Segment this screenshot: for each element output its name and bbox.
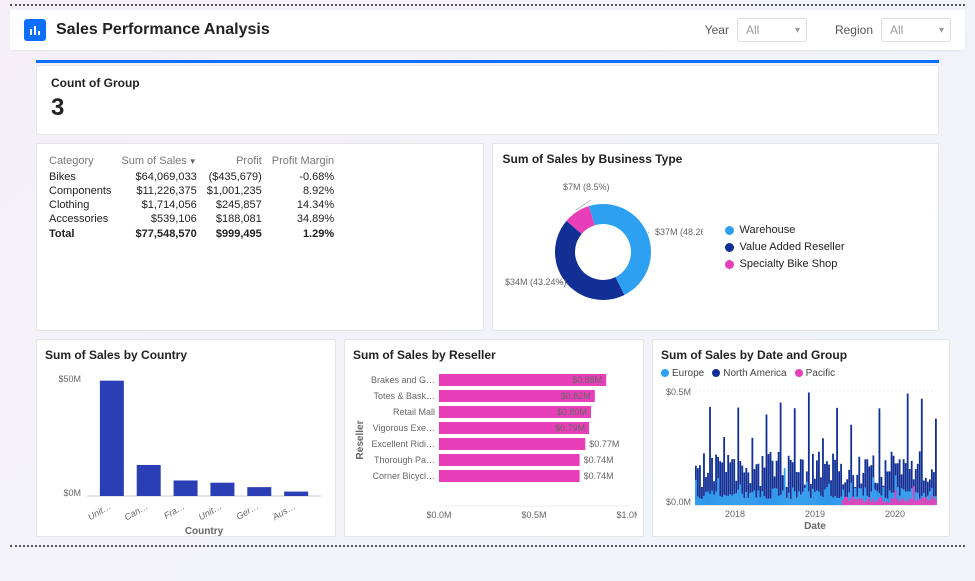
- svg-text:Unit…: Unit…: [197, 501, 224, 522]
- svg-text:Unit…: Unit…: [86, 501, 113, 522]
- svg-text:$0.82M: $0.82M: [561, 391, 591, 401]
- line-chart-legend: EuropeNorth AmericaPacific: [661, 368, 941, 379]
- svg-text:Retail Mall: Retail Mall: [393, 407, 435, 417]
- th-profit[interactable]: Profit: [205, 152, 270, 170]
- svg-text:$0.0M: $0.0M: [666, 497, 691, 507]
- th-category[interactable]: Category: [47, 152, 119, 170]
- table-row[interactable]: Bikes$64,069,033($435,679)-0.68%: [47, 170, 342, 184]
- report-header: Sales Performance Analysis Year All ▾ Re…: [10, 10, 965, 50]
- year-filter: Year All ▾: [705, 18, 807, 42]
- th-sales[interactable]: Sum of Sales▼: [119, 152, 204, 170]
- page-title: Sales Performance Analysis: [56, 21, 270, 39]
- svg-text:Vigorous Exe…: Vigorous Exe…: [373, 423, 435, 433]
- table-total-row: Total$77,548,570$999,4951.29%: [47, 227, 342, 242]
- accent-bar: [36, 60, 939, 63]
- region-select-value: All: [890, 23, 903, 37]
- svg-text:$37M (48.26%): $37M (48.26%): [655, 227, 703, 237]
- line-chart: $0.5M $0.0M 2018 2019 2020 Date: [661, 381, 941, 531]
- chevron-down-icon: ▾: [795, 25, 800, 36]
- legend-item[interactable]: Specialty Bike Shop: [725, 258, 845, 270]
- region-filter-label: Region: [835, 23, 873, 37]
- country-bar-chart: $50M $0M Unit… Can… Fra… Unit… Ger… Aus… Country: [45, 368, 329, 538]
- sort-desc-icon: ▼: [189, 157, 197, 166]
- donut-title: Sum of Sales by Business Type: [503, 152, 929, 166]
- svg-text:2019: 2019: [805, 509, 825, 519]
- th-margin[interactable]: Profit Margin: [270, 152, 342, 170]
- country-bar-card[interactable]: Sum of Sales by Country $50M $0M Unit… Can……: [36, 339, 336, 537]
- svg-text:Date: Date: [804, 521, 826, 531]
- country-bar-title: Sum of Sales by Country: [45, 348, 327, 362]
- svg-text:Ger…: Ger…: [234, 501, 260, 522]
- svg-text:Thorough Pa…: Thorough Pa…: [374, 455, 435, 465]
- year-select-value: All: [746, 23, 759, 37]
- svg-text:Corner Bicycl…: Corner Bicycl…: [372, 471, 435, 481]
- svg-text:Brakes and G…: Brakes and G…: [371, 375, 435, 385]
- svg-text:$0.0M: $0.0M: [426, 510, 451, 520]
- svg-text:$7M (8.5%): $7M (8.5%): [563, 182, 610, 192]
- svg-text:2020: 2020: [885, 509, 905, 519]
- svg-text:$1.0M: $1.0M: [616, 510, 637, 520]
- svg-text:Reseller: Reseller: [355, 420, 366, 459]
- year-select[interactable]: All ▾: [737, 18, 807, 42]
- svg-text:$0M: $0M: [63, 488, 81, 498]
- category-table-card[interactable]: Category Sum of Sales▼ Profit Profit Mar…: [36, 143, 484, 331]
- svg-text:$0.77M: $0.77M: [589, 439, 619, 449]
- svg-text:$50M: $50M: [58, 374, 81, 384]
- svg-text:Totes & Bask…: Totes & Bask…: [373, 391, 435, 401]
- donut-chart: $37M (48.26%) $34M (43.24%) $7M (8.5%): [503, 172, 703, 322]
- region-select[interactable]: All ▾: [881, 18, 951, 42]
- legend-item[interactable]: Warehouse: [725, 224, 845, 236]
- svg-text:Country: Country: [185, 526, 224, 537]
- reseller-bar-title: Sum of Sales by Reseller: [353, 348, 635, 362]
- kpi-label: Count of Group: [51, 76, 924, 90]
- reseller-bar-chart: Brakes and G… $0.88M Totes & Bask… $0.82M Re…: [353, 368, 637, 538]
- svg-text:$0.74M: $0.74M: [584, 471, 614, 481]
- line-chart-title: Sum of Sales by Date and Group: [661, 348, 941, 362]
- report-icon: [24, 19, 46, 41]
- kpi-card[interactable]: Count of Group 3: [36, 65, 939, 135]
- chevron-down-icon: ▾: [939, 25, 944, 36]
- table-row[interactable]: Components$11,226,375$1,001,2358.92%: [47, 184, 342, 198]
- svg-text:$0.88M: $0.88M: [572, 375, 602, 385]
- svg-text:$0.79M: $0.79M: [555, 423, 585, 433]
- kpi-value: 3: [51, 94, 924, 122]
- category-table: Category Sum of Sales▼ Profit Profit Mar…: [47, 152, 342, 241]
- page-border-bottom: [10, 545, 965, 547]
- donut-legend: Warehouse Value Added Reseller Specialty B…: [725, 219, 845, 275]
- line-chart-card[interactable]: Sum of Sales by Date and Group EuropeNor…: [652, 339, 950, 537]
- svg-text:Aus…: Aus…: [270, 501, 297, 522]
- reseller-bar-card[interactable]: Sum of Sales by Reseller Brakes and G… $0…: [344, 339, 644, 537]
- svg-text:$0.5M: $0.5M: [666, 387, 691, 397]
- svg-text:$0.74M: $0.74M: [584, 455, 614, 465]
- year-filter-label: Year: [705, 23, 729, 37]
- svg-text:Excellent Ridi…: Excellent Ridi…: [371, 439, 435, 449]
- svg-text:$0.5M: $0.5M: [521, 510, 546, 520]
- region-filter: Region All ▾: [835, 18, 951, 42]
- svg-text:$0.80M: $0.80M: [557, 407, 587, 417]
- table-row[interactable]: Accessories$539,106$188,08134.89%: [47, 212, 342, 227]
- table-row[interactable]: Clothing$1,714,056$245,85714.34%: [47, 198, 342, 212]
- svg-text:Fra…: Fra…: [162, 501, 186, 521]
- donut-card[interactable]: Sum of Sales by Business Type $37M (48.2…: [492, 143, 940, 331]
- svg-text:$34M (43.24%): $34M (43.24%): [505, 277, 567, 287]
- legend-item[interactable]: Value Added Reseller: [725, 241, 845, 253]
- svg-text:2018: 2018: [725, 509, 745, 519]
- svg-text:Can…: Can…: [123, 501, 150, 522]
- page-border-top: [10, 4, 965, 6]
